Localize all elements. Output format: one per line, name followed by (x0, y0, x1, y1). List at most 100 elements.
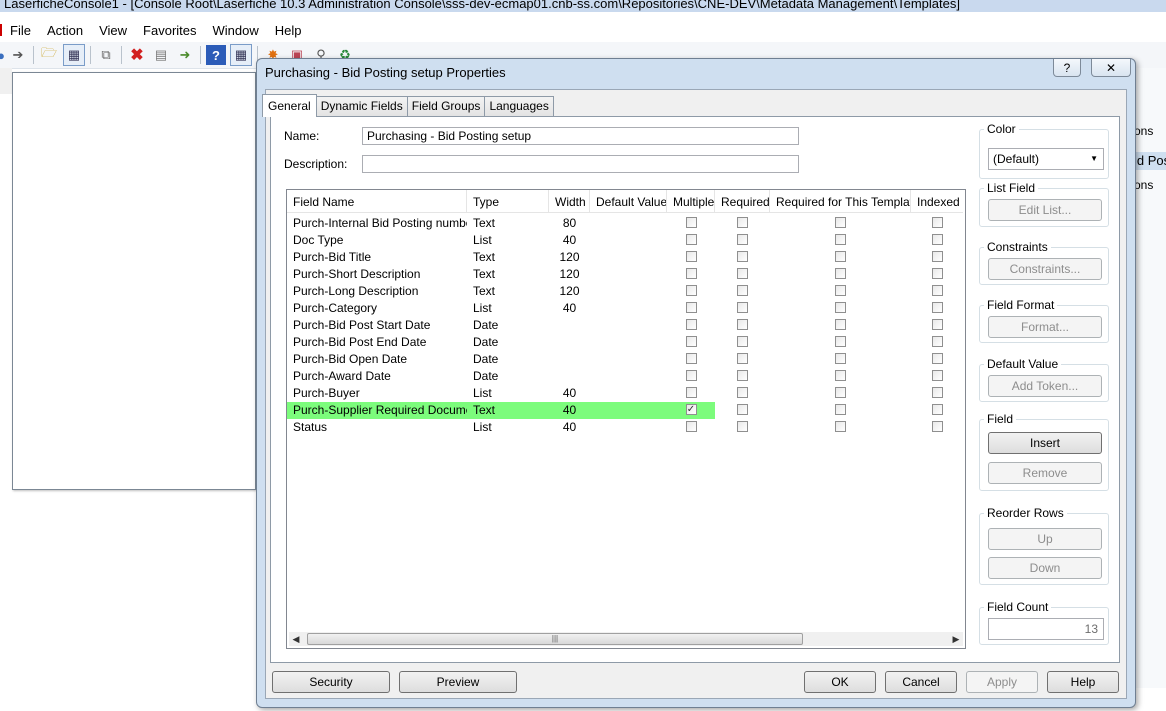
tab-dynamic-fields[interactable]: Dynamic Fields (315, 96, 408, 116)
required-checkbox[interactable] (737, 234, 748, 246)
column-header-type[interactable]: Type (467, 190, 549, 212)
required-for-template-checkbox[interactable] (835, 421, 846, 433)
required-checkbox[interactable] (737, 370, 748, 382)
action-pane-icon[interactable]: ▦ (230, 44, 252, 66)
table-row[interactable]: Purch-Bid Title Text 120 (287, 249, 963, 266)
indexed-checkbox[interactable] (931, 285, 943, 297)
dialog-close-icon[interactable]: ✕ (1091, 59, 1131, 77)
tab-general[interactable]: General (262, 94, 317, 117)
scroll-left-icon[interactable]: ◀ (289, 632, 303, 646)
ok-button[interactable]: OK (804, 671, 876, 693)
name-field[interactable]: Purchasing - Bid Posting setup (362, 127, 799, 145)
preview-button[interactable]: Preview (399, 671, 517, 693)
cancel-button[interactable]: Cancel (885, 671, 957, 693)
indexed-checkbox[interactable] (931, 336, 943, 348)
required-checkbox[interactable] (737, 319, 748, 331)
multiple-checkbox[interactable] (685, 285, 697, 297)
table-row[interactable]: Purch-Bid Open Date Date (287, 351, 963, 368)
table-row[interactable]: Purch-Internal Bid Posting number Text 80 (287, 215, 963, 232)
required-checkbox[interactable] (737, 251, 748, 263)
table-row[interactable]: Purch-Long Description Text 120 (287, 283, 963, 300)
menu-favorites[interactable]: Favorites (135, 23, 204, 38)
indexed-checkbox[interactable] (931, 302, 943, 314)
column-header-width[interactable]: Width (549, 190, 590, 212)
column-header-required[interactable]: Required (715, 190, 770, 212)
console-tree-panel[interactable] (12, 72, 256, 490)
column-header-multiple[interactable]: Multiple (667, 190, 715, 212)
horizontal-scrollbar[interactable]: ◀ ||| ▶ (289, 632, 963, 646)
dialog-help-icon[interactable]: ? (1053, 59, 1081, 77)
multiple-checkbox[interactable] (685, 421, 697, 433)
back-icon[interactable]: ● (0, 45, 5, 65)
multiple-checkbox[interactable] (685, 217, 697, 229)
menu-view[interactable]: View (91, 23, 135, 38)
required-for-template-checkbox[interactable] (835, 336, 846, 348)
required-for-template-checkbox[interactable] (835, 285, 846, 297)
table-row[interactable]: Purch-Bid Post Start Date Date (287, 317, 963, 334)
indexed-checkbox[interactable] (931, 421, 943, 433)
multiple-checkbox[interactable] (685, 251, 697, 263)
required-for-template-checkbox[interactable] (835, 217, 846, 229)
table-row[interactable]: Purch-Category List 40 (287, 300, 963, 317)
menu-help[interactable]: Help (267, 23, 310, 38)
required-for-template-checkbox[interactable] (835, 319, 846, 331)
multiple-checkbox[interactable] (685, 234, 697, 246)
required-for-template-checkbox[interactable] (835, 404, 846, 416)
required-checkbox[interactable] (737, 302, 748, 314)
column-header-required-for-template[interactable]: Required for This Template (770, 190, 911, 212)
properties-icon[interactable]: ▤ (151, 45, 171, 65)
tab-languages[interactable]: Languages (484, 96, 554, 116)
help-icon[interactable]: ? (206, 45, 226, 65)
multiple-checkbox[interactable] (685, 268, 697, 280)
required-for-template-checkbox[interactable] (835, 302, 846, 314)
indexed-checkbox[interactable] (931, 268, 943, 280)
menu-action[interactable]: Action (39, 23, 91, 38)
scroll-right-icon[interactable]: ▶ (949, 632, 963, 646)
table-row[interactable]: Doc Type List 40 (287, 232, 963, 249)
required-checkbox[interactable] (737, 421, 748, 433)
required-checkbox[interactable] (737, 353, 748, 365)
constraints-button[interactable]: Constraints... (988, 258, 1102, 280)
down-button[interactable]: Down (988, 557, 1102, 579)
required-for-template-checkbox[interactable] (835, 268, 846, 280)
apply-button[interactable]: Apply (966, 671, 1038, 693)
table-row[interactable]: Purch-Award Date Date (287, 368, 963, 385)
description-field[interactable] (362, 155, 799, 173)
required-checkbox[interactable] (737, 268, 748, 280)
table-row[interactable]: Status List 40 (287, 419, 963, 436)
multiple-checkbox[interactable] (685, 302, 697, 314)
required-checkbox[interactable] (737, 285, 748, 297)
multiple-checkbox[interactable] (685, 370, 697, 382)
indexed-checkbox[interactable] (931, 353, 943, 365)
show-tree-icon[interactable]: ▦ (63, 44, 85, 66)
indexed-checkbox[interactable] (931, 404, 943, 416)
delete-icon[interactable]: ✖ (127, 45, 147, 65)
export-icon[interactable]: ➜ (175, 45, 195, 65)
table-row[interactable]: Purch-Bid Post End Date Date (287, 334, 963, 351)
edit-list-button[interactable]: Edit List... (988, 199, 1102, 221)
fields-grid[interactable]: Field Name Type Width Default Value Mult… (286, 189, 966, 649)
indexed-checkbox[interactable] (931, 319, 943, 331)
scroll-thumb[interactable]: ||| (307, 633, 803, 645)
multiple-checkbox[interactable] (685, 336, 697, 348)
indexed-checkbox[interactable] (931, 370, 943, 382)
required-for-template-checkbox[interactable] (835, 370, 846, 382)
required-for-template-checkbox[interactable] (835, 387, 846, 399)
multiple-checkbox[interactable] (685, 319, 697, 331)
indexed-checkbox[interactable] (931, 234, 943, 246)
security-button[interactable]: Security (272, 671, 390, 693)
color-select[interactable]: (Default) ▼ (988, 148, 1104, 170)
add-token-button[interactable]: Add Token... (988, 375, 1102, 397)
table-row[interactable]: Purch-Short Description Text 120 (287, 266, 963, 283)
required-checkbox[interactable] (737, 387, 748, 399)
tab-field-groups[interactable]: Field Groups (406, 96, 486, 116)
help-button[interactable]: Help (1047, 671, 1119, 693)
required-for-template-checkbox[interactable] (835, 234, 846, 246)
menu-file[interactable]: File (2, 23, 39, 38)
remove-button[interactable]: Remove (988, 462, 1102, 484)
indexed-checkbox[interactable] (931, 387, 943, 399)
forward-icon[interactable]: ➔ (8, 45, 28, 65)
multiple-checkbox[interactable] (685, 387, 697, 399)
indexed-checkbox[interactable] (931, 217, 943, 229)
column-header-field-name[interactable]: Field Name (287, 190, 467, 212)
